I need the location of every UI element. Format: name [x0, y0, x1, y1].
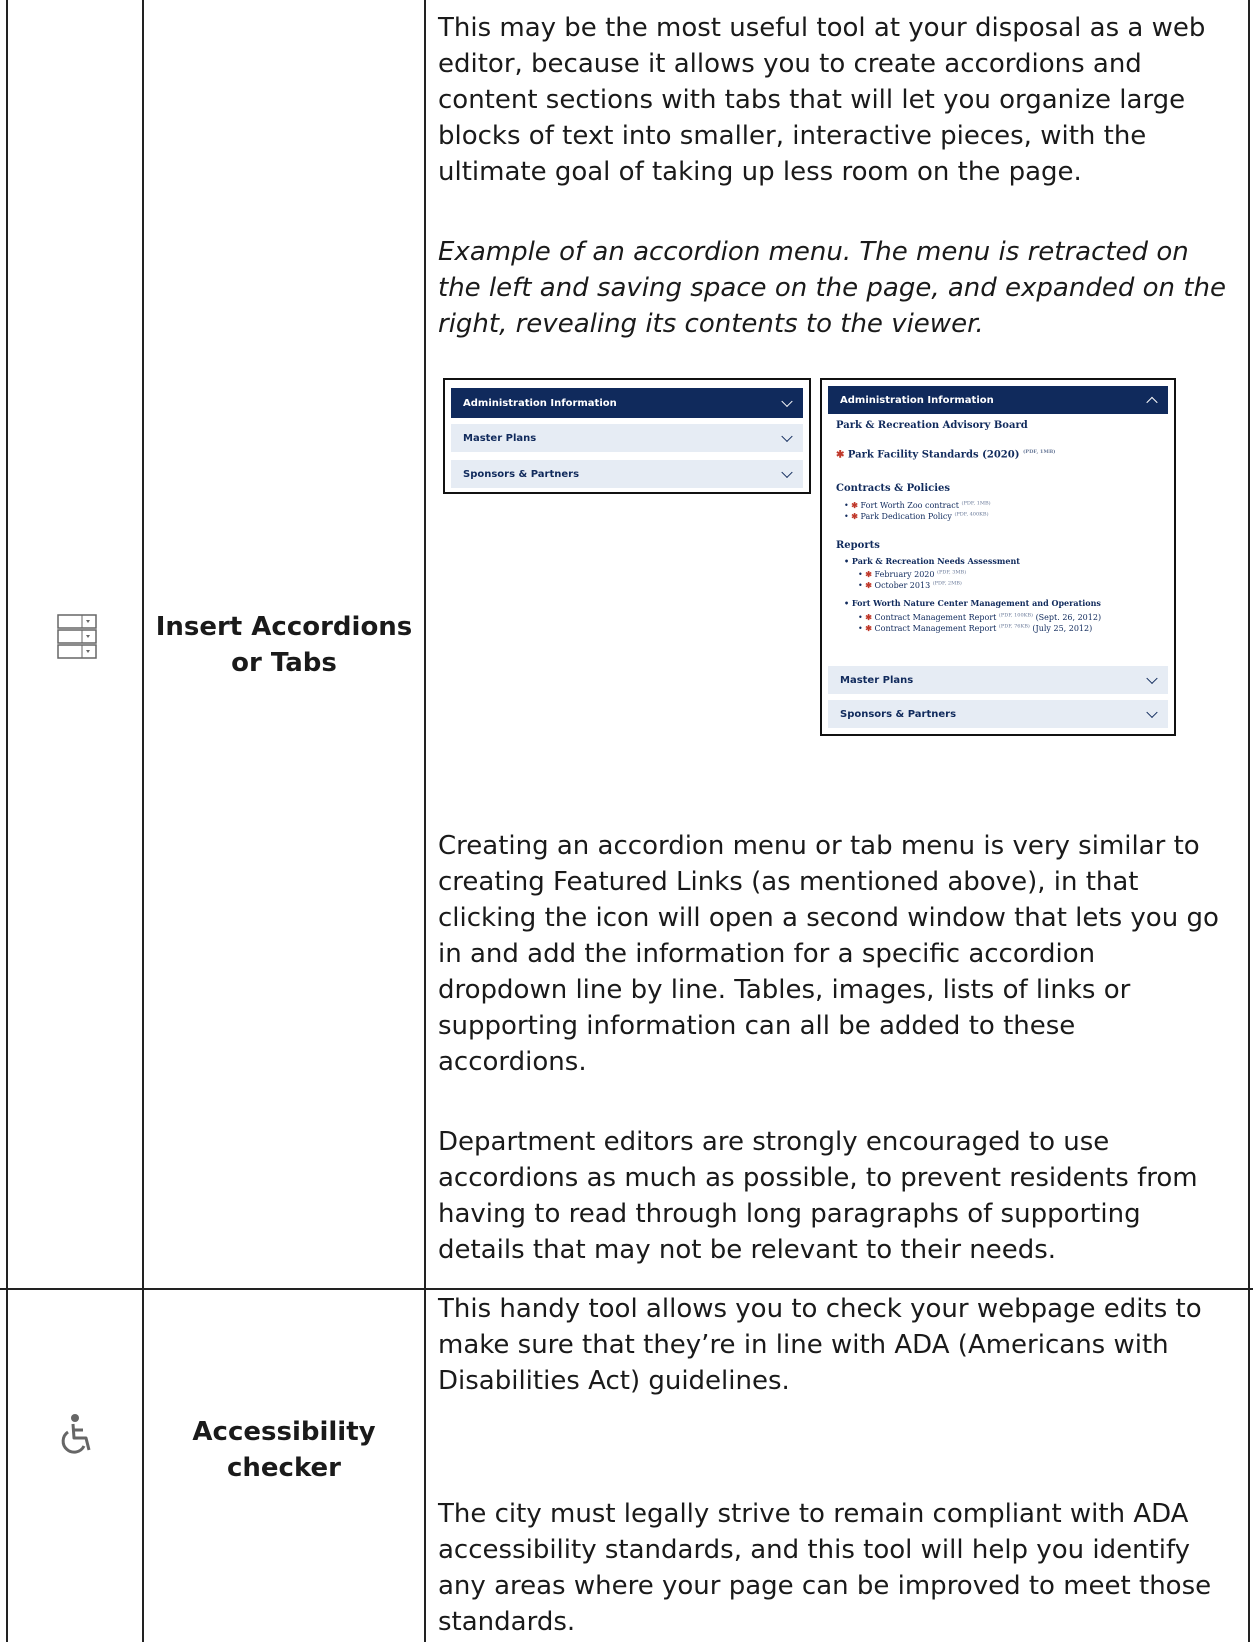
- accessibility-para2: The city must legally strive to remain c…: [438, 1499, 1212, 1637]
- pdf-icon: ✱: [851, 500, 858, 510]
- accordions-para2: Creating an accordion menu or tab menu i…: [438, 831, 1219, 1077]
- chevron-up-icon: [1146, 396, 1158, 409]
- pdf-icon: ✱: [851, 511, 858, 521]
- accordions-caption: Example of an accordion menu. The menu i…: [438, 237, 1226, 339]
- pdf-icon: ✱: [865, 569, 872, 579]
- accordions-description: This may be the most useful tool at your…: [438, 10, 1228, 190]
- pdf-icon: ✱: [865, 623, 872, 633]
- accordion-content: Park & Recreation Advisory Board ✱ Park …: [836, 420, 1102, 633]
- pdf-icon: ✱: [836, 449, 845, 461]
- accordions-para1: This may be the most useful tool at your…: [438, 13, 1206, 187]
- chevron-down-icon: [781, 466, 793, 479]
- pdf-icon: ✱: [865, 612, 872, 622]
- table-border-left: [6, 0, 8, 1642]
- tool-label-accessibility: Accessibility checker: [192, 1417, 376, 1483]
- accordion-item-expanded: Administration Information: [828, 386, 1168, 414]
- accordion-expanded-example: Administration Information Park & Recrea…: [820, 378, 1176, 736]
- table-border-col1: [142, 0, 144, 1642]
- wheelchair-icon: [56, 1412, 100, 1456]
- tool-label-accordions: Insert Accordions or Tabs: [155, 612, 413, 678]
- row-divider: [0, 1288, 1253, 1290]
- table-border-right: [1248, 0, 1250, 1642]
- accessibility-para1: This handy tool allows you to check your…: [438, 1294, 1202, 1396]
- accordion-item: Administration Information: [451, 388, 803, 418]
- chevron-down-icon: [1146, 672, 1158, 685]
- accordion-item: Sponsors & Partners: [451, 460, 803, 488]
- pdf-icon: ✱: [865, 580, 872, 590]
- accordion-collapsed-example: Administration Information Master Plans …: [443, 378, 811, 494]
- chevron-down-icon: [781, 395, 793, 408]
- accordions-para3: Department editors are strongly encourag…: [438, 1127, 1198, 1265]
- table-border-col2: [424, 0, 426, 1642]
- chevron-down-icon: [1146, 706, 1158, 719]
- accordion-item: Sponsors & Partners: [828, 700, 1168, 728]
- chevron-down-icon: [781, 430, 793, 443]
- tools-table: Insert Accordions or Tabs This may be th…: [0, 0, 1253, 1642]
- accordion-item: Master Plans: [828, 666, 1168, 694]
- accordion-item: Master Plans: [451, 424, 803, 452]
- accordion-icon: [56, 613, 98, 661]
